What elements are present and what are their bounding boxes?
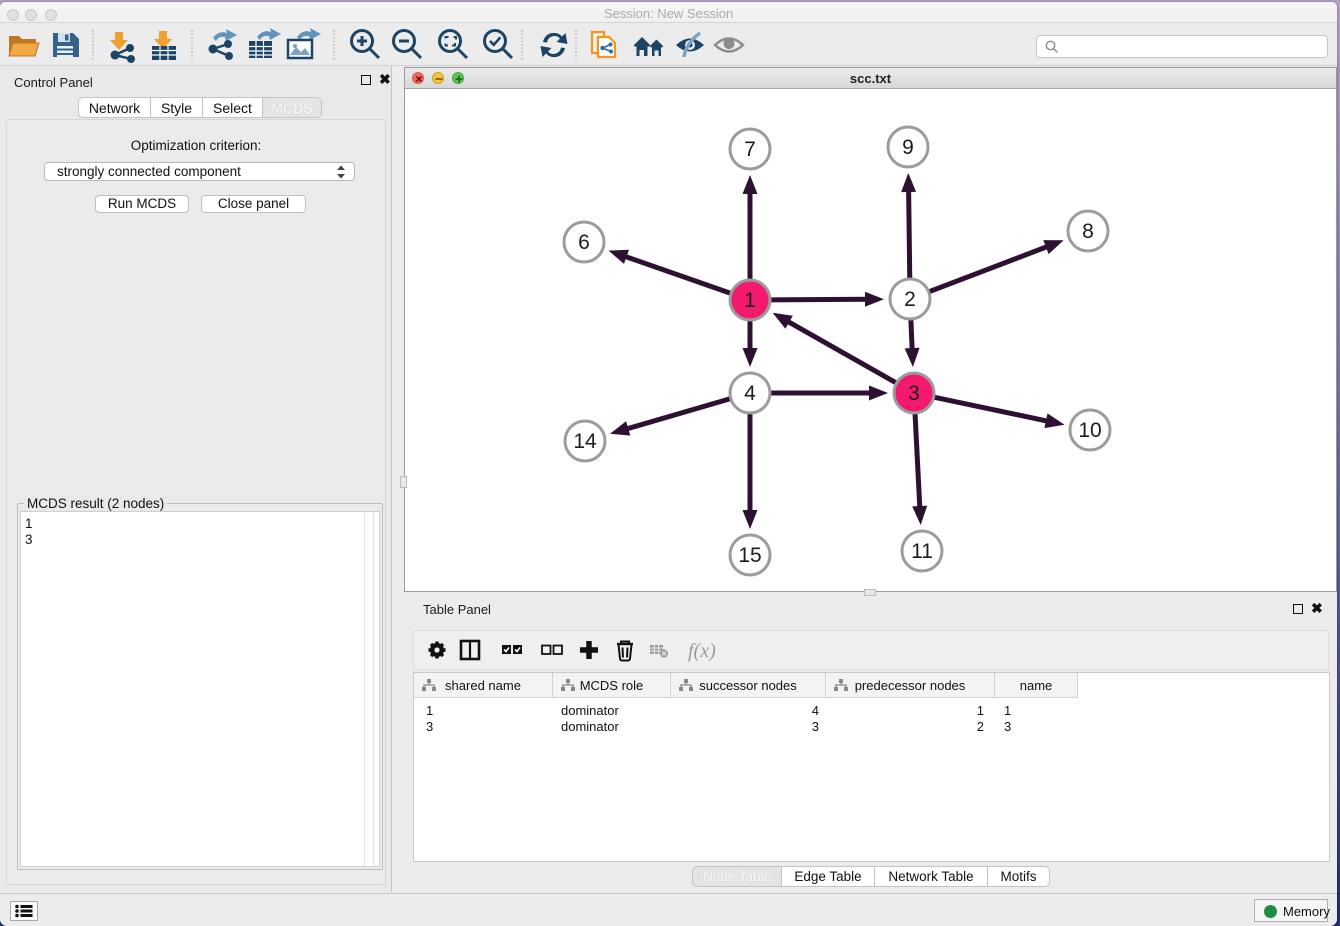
- svg-text:1: 1: [744, 289, 756, 312]
- svg-text:7: 7: [744, 138, 756, 161]
- svg-text:6: 6: [578, 231, 590, 254]
- svg-text:9: 9: [902, 136, 914, 159]
- svg-text:10: 10: [1078, 419, 1101, 442]
- svg-text:14: 14: [573, 430, 597, 453]
- svg-text:8: 8: [1082, 220, 1094, 243]
- svg-text:f(x): f(x): [688, 640, 716, 662]
- svg-text:2: 2: [904, 288, 916, 311]
- svg-text:15: 15: [738, 544, 761, 567]
- svg-text:4: 4: [744, 382, 756, 405]
- svg-text:11: 11: [911, 540, 933, 563]
- svg-text:3: 3: [908, 382, 920, 405]
